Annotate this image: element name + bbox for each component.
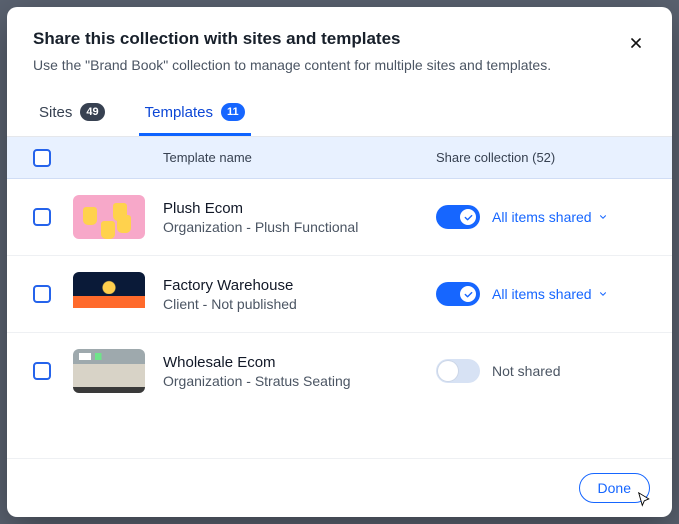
- template-meta: Client - Not published: [163, 296, 436, 312]
- row-checkbox[interactable]: [33, 208, 51, 226]
- close-button[interactable]: [622, 29, 650, 57]
- tab-sites-label: Sites: [39, 104, 72, 121]
- modal-footer: Done: [7, 458, 672, 517]
- share-toggle[interactable]: [436, 205, 480, 229]
- template-name: Wholesale Ecom: [163, 353, 436, 373]
- share-status-label[interactable]: All items shared: [492, 286, 608, 302]
- share-status-label: Not shared: [492, 363, 560, 379]
- table-row: Factory WarehouseClient - Not published A…: [7, 256, 672, 333]
- template-meta: Organization - Stratus Seating: [163, 373, 436, 389]
- modal-header: Share this collection with sites and tem…: [7, 7, 672, 89]
- chevron-down-icon: [598, 212, 608, 222]
- share-collection-modal: Share this collection with sites and tem…: [7, 7, 672, 517]
- row-checkbox[interactable]: [33, 285, 51, 303]
- tab-sites[interactable]: Sites 49: [33, 89, 111, 136]
- select-all-checkbox[interactable]: [33, 149, 51, 167]
- share-toggle[interactable]: [436, 282, 480, 306]
- template-meta: Organization - Plush Functional: [163, 219, 436, 235]
- template-name: Factory Warehouse: [163, 276, 436, 296]
- share-toggle[interactable]: [436, 359, 480, 383]
- column-template-name: Template name: [163, 150, 436, 165]
- done-button[interactable]: Done: [579, 473, 650, 503]
- check-icon: [463, 289, 474, 300]
- template-thumbnail: [73, 272, 145, 316]
- table-row: Wholesale EcomOrganization - Stratus Sea…: [7, 333, 672, 409]
- template-thumbnail: [73, 349, 145, 393]
- template-name: Plush Ecom: [163, 199, 436, 219]
- tabs: Sites 49 Templates 11: [7, 89, 672, 137]
- modal-subtitle: Use the "Brand Book" collection to manag…: [33, 55, 646, 75]
- column-share-collection: Share collection (52): [436, 150, 646, 165]
- table-header: Template name Share collection (52): [7, 137, 672, 179]
- tab-templates-label: Templates: [145, 104, 213, 121]
- template-thumbnail: [73, 195, 145, 239]
- row-checkbox[interactable]: [33, 362, 51, 380]
- tab-sites-count: 49: [80, 103, 104, 121]
- table-row: Plush EcomOrganization - Plush Functiona…: [7, 179, 672, 256]
- tab-templates-count: 11: [221, 103, 245, 121]
- close-icon: [628, 35, 644, 51]
- chevron-down-icon: [598, 289, 608, 299]
- check-icon: [463, 212, 474, 223]
- tab-templates[interactable]: Templates 11: [139, 89, 251, 136]
- table-body: Plush EcomOrganization - Plush Functiona…: [7, 179, 672, 458]
- modal-title: Share this collection with sites and tem…: [33, 29, 646, 49]
- share-status-label[interactable]: All items shared: [492, 209, 608, 225]
